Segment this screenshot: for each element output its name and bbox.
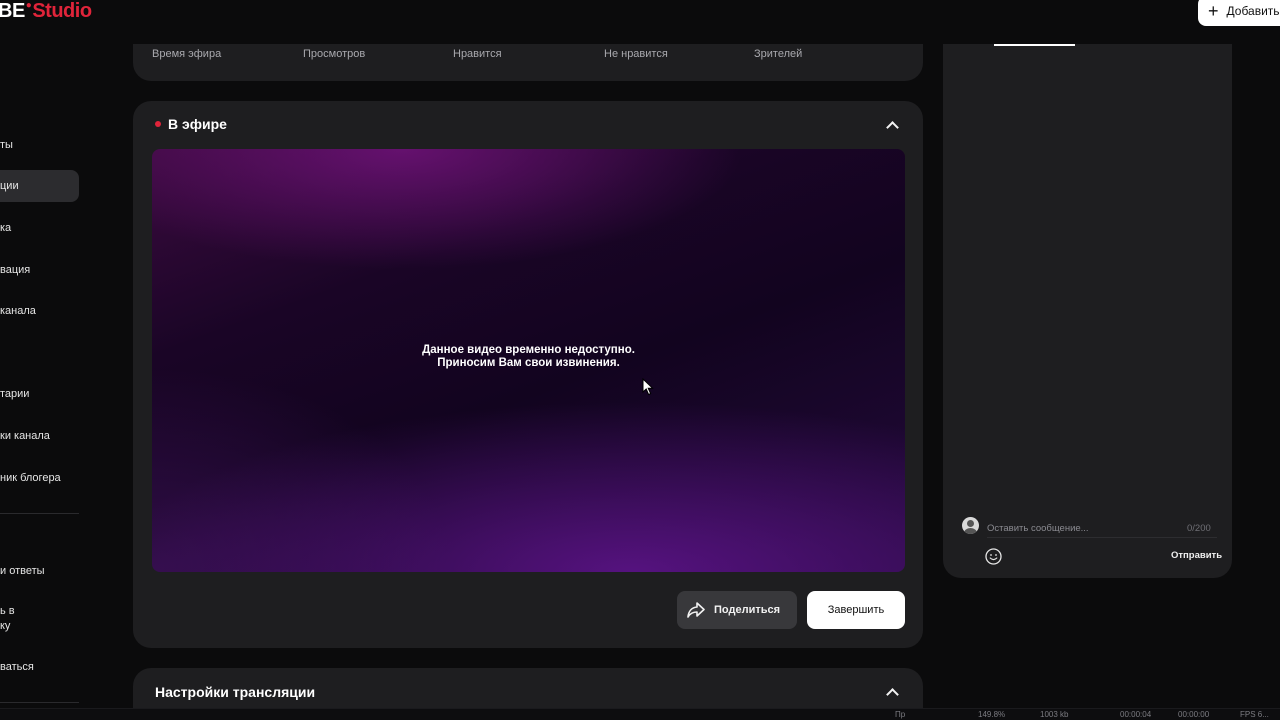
player-message-line2: Приносим Вам свои извинения. — [437, 357, 620, 369]
mouse-cursor-icon — [642, 378, 654, 396]
end-button-label: Завершить — [827, 604, 885, 616]
chat-panel: 0/200 Отправить — [943, 20, 1232, 578]
sidebar-item-5[interactable]: тарии — [0, 378, 79, 410]
sidebar-item-label: ваться — [0, 661, 34, 673]
stat-label-viewers: Зрителей — [754, 48, 803, 60]
live-dot-icon — [155, 121, 161, 127]
status-taskbar: Пр 149.8% 1003 kb 00:00:04 00:00:00 FPS … — [0, 708, 1280, 720]
collapse-settings-chevron-up-icon[interactable] — [885, 685, 899, 699]
share-button-label: Поделиться — [714, 604, 781, 616]
sidebar-divider — [0, 513, 79, 514]
sidebar-item-9[interactable]: ь в ку — [0, 604, 79, 640]
studio-logo[interactable]: BE●Studio — [0, 0, 92, 26]
sidebar-item-3[interactable]: вация — [0, 254, 79, 286]
share-button[interactable]: Поделиться — [677, 591, 797, 629]
chat-tab-indicator — [994, 44, 1075, 46]
sidebar-item-label: ки канала — [0, 430, 50, 442]
emoji-smiley-icon[interactable] — [985, 548, 1002, 565]
end-stream-button[interactable]: Завершить — [807, 591, 905, 629]
add-button-label: Добавить — [1226, 4, 1280, 18]
sidebar-item-label: ь в — [0, 605, 15, 617]
taskbar-item: 1003 kb — [1040, 710, 1069, 719]
sidebar-item-0[interactable]: ты — [0, 129, 79, 161]
taskbar-item: 00:00:00 — [1178, 710, 1210, 719]
share-arrow-icon — [687, 602, 705, 618]
sidebar-item-6[interactable]: ки канала — [0, 420, 79, 452]
sidebar-item-label: ник блогера — [0, 472, 61, 484]
sidebar-item-8[interactable]: и ответы — [0, 555, 79, 587]
send-message-button[interactable]: Отправить — [1171, 550, 1222, 561]
stat-label-airtime: Время эфира — [152, 48, 222, 60]
taskbar-item: FPS 6... — [1240, 710, 1269, 719]
sidebar-item-label-line2: ку — [0, 620, 11, 632]
collapse-live-chevron-up-icon[interactable] — [885, 118, 899, 132]
sidebar-item-label: и ответы — [0, 565, 45, 577]
sidebar-item-label: ции — [0, 180, 19, 192]
sidebar-item-label: вация — [0, 264, 31, 276]
sidebar: ты ции ка вация канала тарии ки канала н… — [0, 44, 80, 720]
sidebar-item-4[interactable]: канала — [0, 295, 79, 327]
sidebar-item-label: канала — [0, 305, 36, 317]
taskbar-item: 149.8% — [978, 710, 1006, 719]
sidebar-item-label: ка — [0, 222, 12, 234]
taskbar-item: 00:00:04 — [1120, 710, 1152, 719]
live-panel: В эфире Данное видео временно недоступно… — [133, 101, 923, 648]
live-title: В эфире — [155, 116, 227, 132]
settings-title: Настройки трансляции — [155, 684, 316, 700]
add-button[interactable]: + Добавить — [1198, 0, 1280, 26]
sidebar-item-1-active[interactable]: ции — [0, 170, 79, 202]
player-message-line1: Данное видео временно недоступно. — [422, 344, 635, 356]
stat-label-likes: Нравится — [453, 48, 502, 60]
logo-dot: ● — [25, 0, 32, 11]
logo-part2: Studio — [32, 0, 92, 22]
chat-char-counter: 0/200 — [1187, 523, 1211, 534]
top-bar: BE●Studio + Добавить — [0, 0, 1280, 44]
user-avatar — [962, 517, 979, 534]
sidebar-item-10[interactable]: ваться — [0, 651, 79, 683]
sidebar-item-7[interactable]: ник блогера — [0, 462, 79, 494]
logo-part1: BE — [0, 0, 25, 22]
live-title-text: В эфире — [168, 116, 227, 132]
sidebar-item-2[interactable]: ка — [0, 212, 79, 244]
sidebar-item-label: ты — [0, 139, 13, 151]
taskbar-item: Пр — [895, 710, 906, 719]
stat-label-dislikes: Не нравится — [604, 48, 668, 60]
plus-icon: + — [1208, 1, 1219, 21]
video-player[interactable]: Данное видео временно недоступно. Принос… — [152, 149, 905, 572]
player-unavailable-message: Данное видео временно недоступно. Принос… — [152, 344, 905, 370]
chat-message-input[interactable] — [987, 520, 1217, 538]
sidebar-divider — [0, 702, 79, 703]
sidebar-item-label: тарии — [0, 388, 30, 400]
stat-label-views: Просмотров — [303, 48, 366, 60]
